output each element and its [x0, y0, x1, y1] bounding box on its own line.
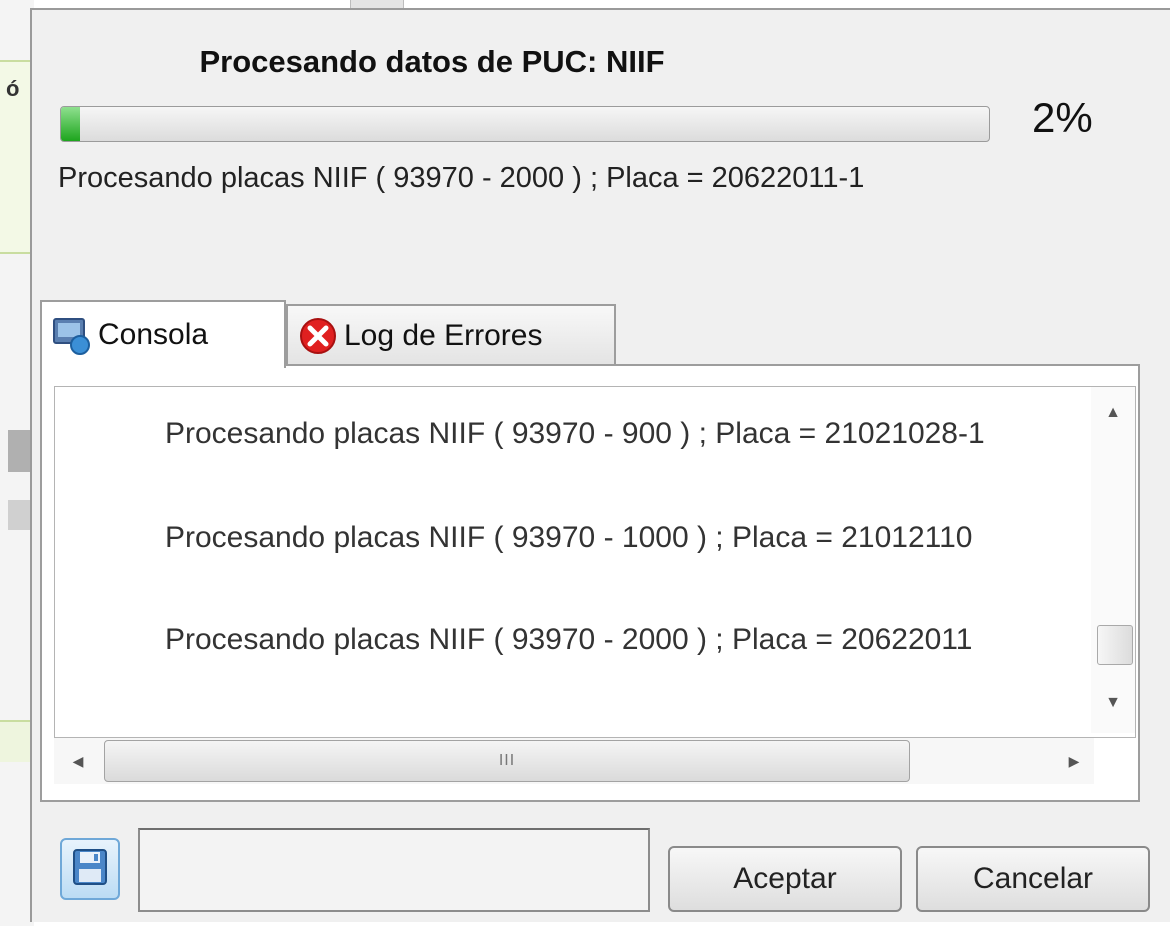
vertical-scroll-thumb[interactable]: [1097, 625, 1133, 665]
accept-button[interactable]: Aceptar: [668, 846, 902, 912]
tab-consola[interactable]: Consola: [40, 300, 286, 368]
console-line: Procesando placas NIIF ( 93970 - 900 ) ;…: [165, 417, 985, 450]
tab-label: Consola: [98, 318, 209, 351]
console-line: Procesando placas NIIF ( 93970 - 2000 ) …: [165, 623, 973, 656]
scroll-down-arrow-icon[interactable]: ▼: [1091, 683, 1135, 723]
progress-bar-fill: [61, 107, 80, 141]
floppy-disk-icon: [72, 848, 108, 891]
vertical-scrollbar[interactable]: ▲ ▼: [1091, 387, 1135, 733]
error-icon: [298, 316, 338, 356]
background-gray-block: [8, 430, 30, 472]
scroll-right-arrow-icon[interactable]: ▶: [1054, 738, 1094, 784]
console-output[interactable]: Procesando placas NIIF ( 93970 - 900 ) ;…: [54, 386, 1136, 738]
footer-text-field[interactable]: [138, 828, 650, 912]
progress-bar: [60, 106, 990, 142]
background-label: ó: [6, 76, 20, 101]
horizontal-scroll-thumb[interactable]: III: [104, 740, 910, 782]
scroll-up-arrow-icon[interactable]: ▲: [1091, 393, 1135, 433]
background-gray-block: [8, 500, 30, 530]
tab-label: Log de Errores: [344, 319, 543, 352]
progress-percent: 2%: [1032, 94, 1093, 141]
scroll-grip-icon: III: [498, 752, 516, 769]
background-highlight-row: [0, 720, 34, 762]
console-line: Procesando placas NIIF ( 93970 - 1000 ) …: [165, 521, 973, 554]
console-icon: [52, 315, 92, 355]
progress-dialog: Procesando datos de PUC: NIIF 2% Procesa…: [30, 8, 1170, 922]
tab-log-de-errores[interactable]: Log de Errores: [286, 304, 616, 366]
dialog-title: Procesando datos de PUC: NIIF: [199, 44, 665, 79]
tab-panel-consola: Procesando placas NIIF ( 93970 - 900 ) ;…: [40, 364, 1140, 802]
save-button[interactable]: [60, 838, 120, 900]
status-text: Procesando placas NIIF ( 93970 - 2000 ) …: [58, 162, 865, 194]
horizontal-scrollbar[interactable]: ◀ III ▶: [54, 738, 1094, 784]
cancel-button[interactable]: Cancelar: [916, 846, 1150, 912]
background-app-edge: ó: [0, 0, 34, 926]
scroll-left-arrow-icon[interactable]: ◀: [58, 738, 98, 784]
